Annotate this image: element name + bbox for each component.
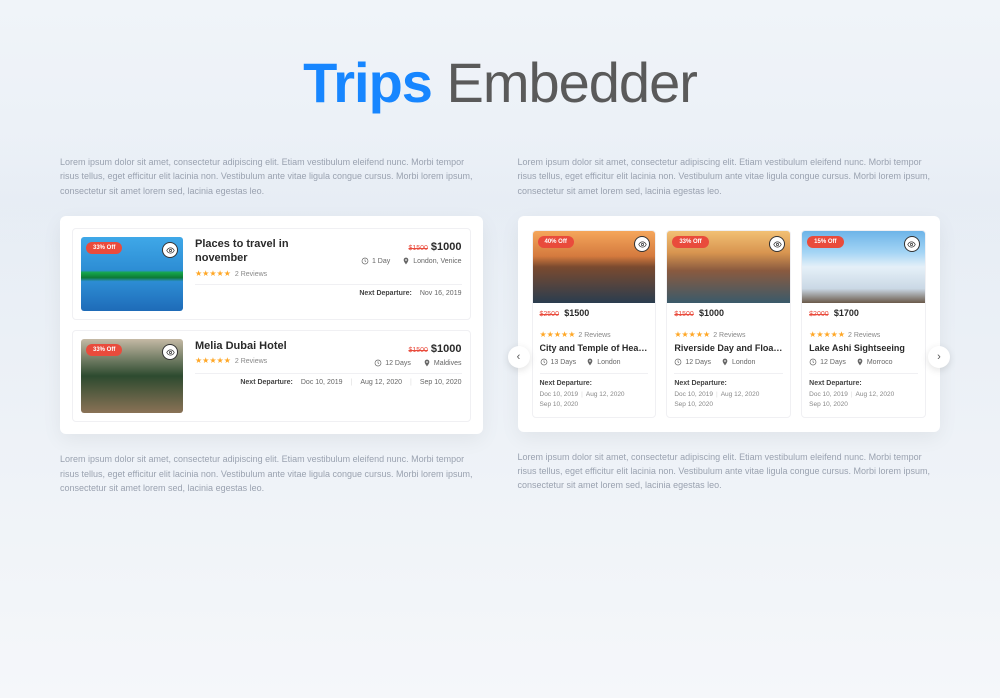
carousel-prev-button[interactable]: ‹ xyxy=(508,346,530,368)
price: $2000 $1700 xyxy=(802,303,925,323)
duration: 1 Day xyxy=(361,257,390,265)
trip-list-item[interactable]: 33% Off Melia Dubai Hotel ★★★★★2 Reviews… xyxy=(72,330,471,422)
review-count: 2 Reviews xyxy=(235,271,267,278)
trip-thumbnail: 40% Off xyxy=(533,231,656,303)
trip-list-item[interactable]: 33% Off Places to travel in november ★★★… xyxy=(72,228,471,320)
discount-badge: 33% Off xyxy=(672,236,708,248)
card-body: Melia Dubai Hotel ★★★★★2 Reviews $1500$1… xyxy=(195,339,462,413)
rating-stars: ★★★★★2 Reviews xyxy=(809,330,918,339)
view-icon[interactable] xyxy=(634,236,650,252)
duration: 12 Days xyxy=(809,358,846,366)
trip-title: Places to travel in november xyxy=(195,237,325,266)
trip-grid-item[interactable]: 40% Off $2500 $1500 ★★★★★2 Reviews City … xyxy=(532,230,657,418)
view-icon[interactable] xyxy=(162,344,178,360)
card-body: Places to travel in november ★★★★★2 Revi… xyxy=(195,237,462,311)
departure-row: Next Departure: Doc 10, 2019| Aug 12, 20… xyxy=(195,373,462,386)
view-icon[interactable] xyxy=(904,236,920,252)
trip-title: City and Temple of Heaven xyxy=(540,343,649,353)
left-column: Lorem ipsum dolor sit amet, consectetur … xyxy=(60,155,483,513)
location: London xyxy=(721,358,755,366)
rating-stars: ★★★★★2 Reviews xyxy=(195,356,287,365)
title-accent: Trips xyxy=(303,51,432,114)
trip-thumbnail: 33% Off xyxy=(81,237,183,311)
price: $2500 $1500 xyxy=(533,303,656,323)
grid-panel: ‹ › 40% Off $2500 $1500 ★★★★★2 Reviews C… xyxy=(518,216,941,432)
right-column: Lorem ipsum dolor sit amet, consectetur … xyxy=(518,155,941,513)
discount-badge: 33% Off xyxy=(86,344,122,356)
location: London, Venice xyxy=(402,257,461,265)
departure-label: Next Departure: xyxy=(809,380,918,387)
trip-thumbnail: 15% Off xyxy=(802,231,925,303)
location: Maldives xyxy=(423,359,462,367)
discount-badge: 15% Off xyxy=(807,236,843,248)
trip-title: Lake Ashi Sightseeing xyxy=(809,343,918,353)
departure-row: Next Departure: Nov 16, 2019 xyxy=(195,284,462,297)
rating-stars: ★★★★★2 Reviews xyxy=(540,330,649,339)
page-title: Trips Embedder xyxy=(0,0,1000,115)
trip-grid-item[interactable]: 15% Off $2000 $1700 ★★★★★2 Reviews Lake … xyxy=(801,230,926,418)
carousel-next-button[interactable]: › xyxy=(928,346,950,368)
location: Morroco xyxy=(856,358,893,366)
departure-label: Next Departure: xyxy=(674,380,783,387)
discount-badge: 40% Off xyxy=(538,236,574,248)
departure-dates: Doc 10, 2019|Aug 12, 2020Sep 10, 2020 xyxy=(674,390,783,410)
title-rest: Embedder xyxy=(432,51,697,114)
duration: 13 Days xyxy=(540,358,577,366)
old-price: $1500 xyxy=(408,347,427,354)
price: $1500 $1000 xyxy=(667,303,790,323)
departure-dates: Doc 10, 2019|Aug 12, 2020Sep 10, 2020 xyxy=(540,390,649,410)
content-area: Lorem ipsum dolor sit amet, consectetur … xyxy=(0,115,1000,513)
trip-thumbnail: 33% Off xyxy=(667,231,790,303)
duration: 12 Days xyxy=(374,359,411,367)
rating-stars: ★★★★★2 Reviews xyxy=(674,330,783,339)
duration: 12 Days xyxy=(674,358,711,366)
trip-grid-item[interactable]: 33% Off $1500 $1000 ★★★★★2 Reviews River… xyxy=(666,230,791,418)
price: $1500 $1000 1 Day London, Venice xyxy=(361,237,462,265)
review-count: 2 Reviews xyxy=(235,358,267,365)
trip-title: Riverside Day and Floating xyxy=(674,343,783,353)
current-price: $1000 xyxy=(431,241,462,253)
current-price: $1000 xyxy=(431,343,462,355)
discount-badge: 33% Off xyxy=(86,242,122,254)
departure-label: Next Departure: xyxy=(540,380,649,387)
view-icon[interactable] xyxy=(769,236,785,252)
lorem-text: Lorem ipsum dolor sit amet, consectetur … xyxy=(518,450,941,493)
trip-title: Melia Dubai Hotel xyxy=(195,339,287,353)
lorem-text: Lorem ipsum dolor sit amet, consectetur … xyxy=(60,452,483,495)
price: $1500 $1000 12 Days Maldives xyxy=(374,339,461,367)
lorem-text: Lorem ipsum dolor sit amet, consectetur … xyxy=(518,155,941,198)
view-icon[interactable] xyxy=(162,242,178,258)
location: London xyxy=(586,358,620,366)
departure-dates: Doc 10, 2019|Aug 12, 2020Sep 10, 2020 xyxy=(809,390,918,410)
list-panel: 33% Off Places to travel in november ★★★… xyxy=(60,216,483,434)
rating-stars: ★★★★★2 Reviews xyxy=(195,269,325,278)
trip-thumbnail: 33% Off xyxy=(81,339,183,413)
old-price: $1500 xyxy=(408,245,427,252)
lorem-text: Lorem ipsum dolor sit amet, consectetur … xyxy=(60,155,483,198)
